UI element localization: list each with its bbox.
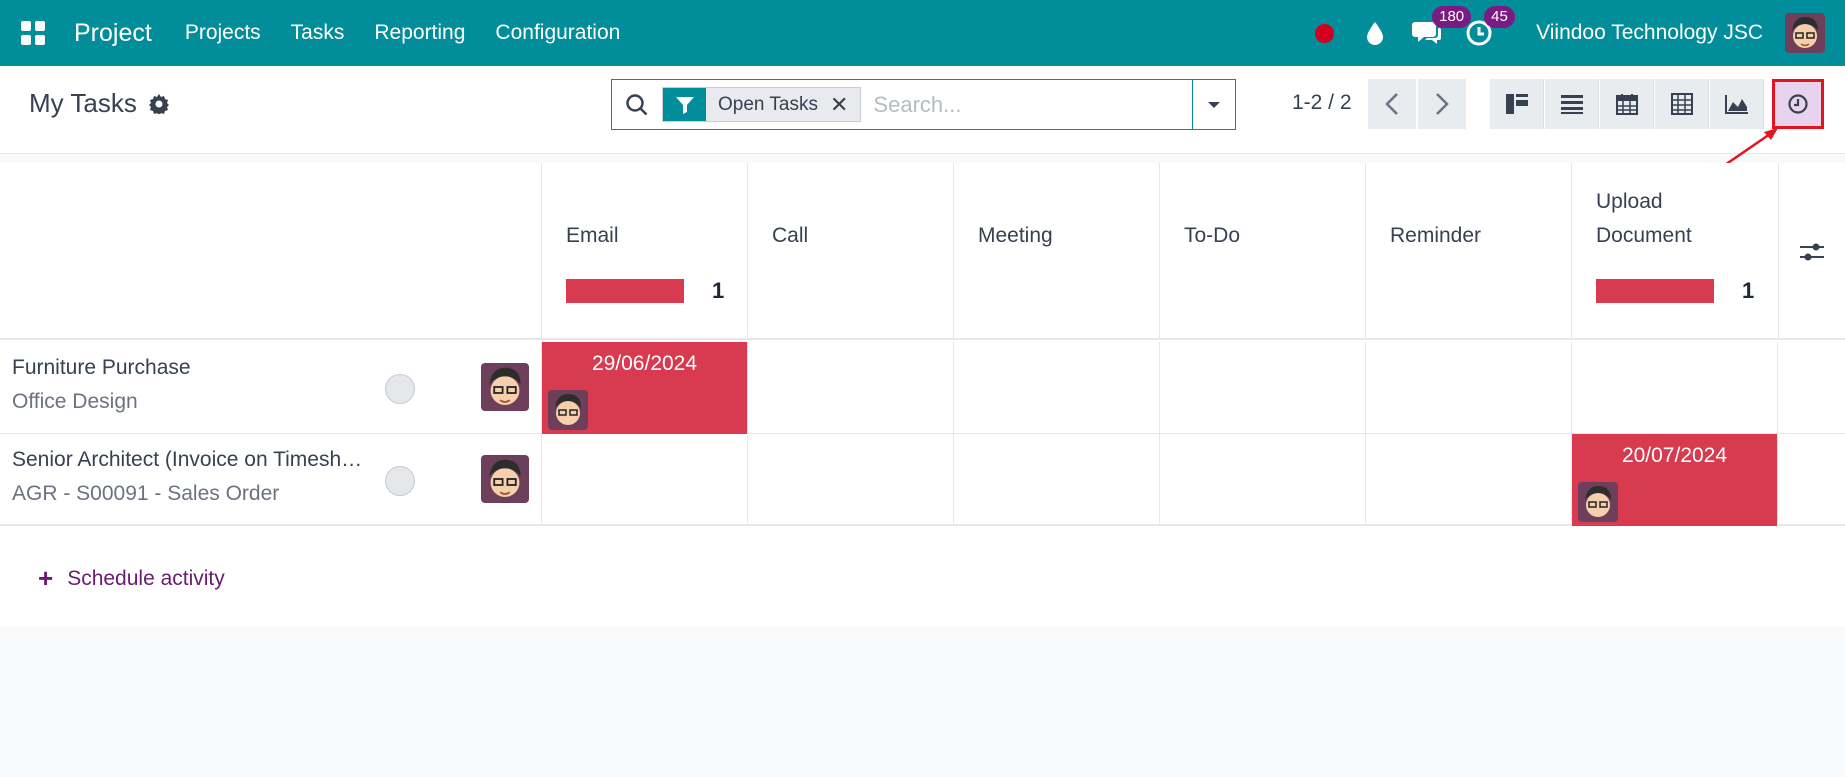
activity-assignee-avatar xyxy=(1578,482,1618,522)
filter-icon xyxy=(663,88,706,121)
column-name: Email xyxy=(566,224,619,247)
view-calendar-button[interactable] xyxy=(1600,79,1654,129)
apps-menu-button[interactable] xyxy=(0,0,66,66)
company-switcher[interactable]: Viindoo Technology JSC xyxy=(1536,21,1763,45)
activity-cell-meeting[interactable] xyxy=(953,342,1159,434)
gear-icon[interactable] xyxy=(148,93,169,114)
view-activity-button[interactable] xyxy=(1772,79,1824,129)
chevron-left-icon xyxy=(1385,93,1398,115)
search-bar: Open Tasks ✕ xyxy=(611,79,1236,130)
activity-cell-todo[interactable] xyxy=(1159,434,1365,526)
task-name[interactable]: Senior Architect (Invoice on Timesheets) xyxy=(12,448,372,472)
search-icon[interactable] xyxy=(612,80,662,129)
task-status-circle[interactable] xyxy=(385,466,415,496)
activity-grid-header: Email 1 Call Meeting To-Do Reminder Uplo… xyxy=(0,163,1845,340)
task-status-circle[interactable] xyxy=(385,374,415,404)
apps-grid-icon xyxy=(21,21,45,45)
schedule-activity-button[interactable]: + Schedule activity xyxy=(38,563,225,594)
column-header-email: Email 1 xyxy=(541,163,747,340)
page-title-text: My Tasks xyxy=(29,88,137,118)
table-row: Furniture Purchase Office Design 29/06/2… xyxy=(0,342,1845,434)
column-name: Upload Document xyxy=(1596,190,1692,247)
navbar-systray: 180 45 Viindoo Technology JSC xyxy=(1315,0,1845,66)
plus-icon: + xyxy=(38,563,54,593)
view-graph-button[interactable] xyxy=(1710,79,1764,129)
activities-clock-icon[interactable]: 45 xyxy=(1464,6,1515,48)
user-avatar[interactable] xyxy=(1785,13,1825,53)
activity-cell-reminder[interactable] xyxy=(1365,342,1571,434)
search-input[interactable] xyxy=(861,80,1192,129)
activity-assignee-avatar xyxy=(548,390,588,430)
column-progress-bar[interactable] xyxy=(1596,279,1714,303)
column-name: Meeting xyxy=(978,224,1053,247)
search-facet: Open Tasks ✕ xyxy=(662,87,862,122)
menu-reporting[interactable]: Reporting xyxy=(374,21,465,45)
column-header-call: Call xyxy=(747,163,953,340)
pivot-table-icon xyxy=(1670,93,1693,115)
activities-badge: 45 xyxy=(1484,6,1515,28)
schedule-activity-label: Schedule activity xyxy=(67,566,225,590)
column-name: Call xyxy=(772,224,809,247)
menu-tasks[interactable]: Tasks xyxy=(291,21,345,45)
assignee-avatar xyxy=(481,455,529,503)
recording-status-icon[interactable] xyxy=(1315,23,1335,43)
kanban-icon xyxy=(1505,94,1528,114)
activity-cell-call[interactable] xyxy=(747,342,953,434)
menu-configuration[interactable]: Configuration xyxy=(495,21,620,45)
activity-cell-email[interactable]: 29/06/2024 xyxy=(541,342,747,434)
top-navbar: Project Projects Tasks Reporting Configu… xyxy=(0,0,1845,66)
column-name: To-Do xyxy=(1184,224,1241,247)
activity-cell-upload-document[interactable] xyxy=(1571,342,1777,434)
clock-icon xyxy=(1788,94,1808,114)
facet-label: Open Tasks xyxy=(718,93,818,115)
menu-projects[interactable]: Projects xyxy=(185,21,261,45)
column-count: 1 xyxy=(1742,278,1755,303)
activity-cell-call[interactable] xyxy=(747,434,953,526)
control-panel: My Tasks Open Tasks ✕ 1-2 / 2 xyxy=(0,66,1845,154)
column-progress-bar[interactable] xyxy=(566,279,684,303)
table-row: Senior Architect (Invoice on Timesheets)… xyxy=(0,434,1845,526)
column-name: Reminder xyxy=(1390,224,1482,247)
assignee-avatar xyxy=(481,363,529,411)
drop-icon[interactable] xyxy=(1360,18,1390,48)
activity-cell-email[interactable] xyxy=(541,434,747,526)
activity-cell-reminder[interactable] xyxy=(1365,434,1571,526)
pager-previous-button[interactable] xyxy=(1368,79,1416,129)
view-pivot-button[interactable] xyxy=(1655,79,1709,129)
task-project: AGR - S00091 - Sales Order xyxy=(12,482,280,505)
messages-icon[interactable]: 180 xyxy=(1412,6,1472,48)
column-header-upload-document: Upload Document 1 xyxy=(1571,163,1777,340)
column-settings-icon[interactable] xyxy=(1778,163,1845,340)
activity-date: 29/06/2024 xyxy=(591,352,698,375)
column-header-reminder: Reminder xyxy=(1365,163,1571,340)
activity-cell-todo[interactable] xyxy=(1159,342,1365,434)
activity-cell-settings xyxy=(1777,434,1845,526)
pager-value[interactable]: 1-2 / 2 xyxy=(1292,91,1352,115)
search-options-toggle[interactable] xyxy=(1192,80,1235,129)
list-icon xyxy=(1560,95,1583,114)
facet-remove-icon[interactable]: ✕ xyxy=(830,92,860,118)
page-title: My Tasks xyxy=(29,88,169,119)
column-count: 1 xyxy=(712,278,725,303)
activity-cell-settings xyxy=(1777,342,1845,434)
view-kanban-button[interactable] xyxy=(1490,79,1544,129)
calendar-icon xyxy=(1615,94,1638,115)
activity-cell-meeting[interactable] xyxy=(953,434,1159,526)
app-brand[interactable]: Project xyxy=(74,19,152,48)
column-header-todo: To-Do xyxy=(1159,163,1365,340)
activity-grid: Email 1 Call Meeting To-Do Reminder Uplo… xyxy=(0,163,1845,627)
area-chart-icon xyxy=(1724,95,1748,114)
schedule-activity-row: + Schedule activity xyxy=(0,527,1845,627)
task-name[interactable]: Furniture Purchase xyxy=(12,356,372,380)
task-project: Office Design xyxy=(12,390,138,413)
column-header-meeting: Meeting xyxy=(953,163,1159,340)
pager-next-button[interactable] xyxy=(1418,79,1466,129)
activity-date: 20/07/2024 xyxy=(1621,444,1728,467)
chevron-right-icon xyxy=(1436,93,1449,115)
view-list-button[interactable] xyxy=(1545,79,1599,129)
activity-cell-upload-document[interactable]: 20/07/2024 xyxy=(1571,434,1777,526)
